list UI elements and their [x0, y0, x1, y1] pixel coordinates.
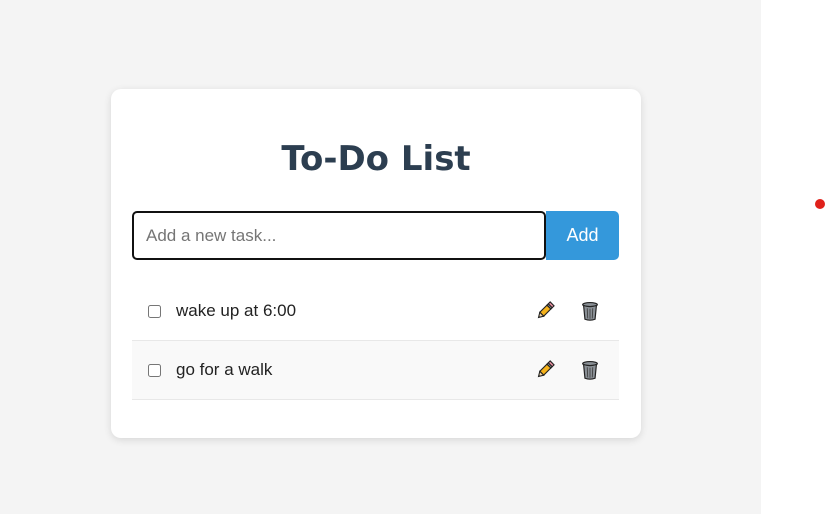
- delete-task-button[interactable]: [578, 299, 602, 323]
- side-panel: [761, 0, 827, 514]
- task-item: go for a walk: [132, 341, 619, 400]
- todo-card: To-Do List Add wake up at 6:00: [111, 89, 641, 438]
- task-text: wake up at 6:00: [176, 301, 297, 320]
- task-checkbox[interactable]: [148, 304, 161, 318]
- add-task-button[interactable]: Add: [546, 211, 619, 260]
- page-title: To-Do List: [281, 139, 471, 179]
- pencil-icon: [537, 360, 555, 378]
- task-checkbox[interactable]: [148, 363, 161, 377]
- edit-task-button[interactable]: [533, 358, 557, 382]
- task-list: wake up at 6:00 go for a walk: [132, 282, 619, 400]
- trash-icon: [582, 360, 598, 380]
- red-indicator-dot: [815, 199, 825, 209]
- add-task-form: Add: [132, 211, 619, 260]
- task-item: wake up at 6:00: [132, 282, 619, 341]
- task-text: go for a walk: [176, 360, 273, 379]
- trash-icon: [582, 301, 598, 321]
- pencil-icon: [537, 301, 555, 319]
- new-task-input[interactable]: [132, 211, 546, 260]
- delete-task-button[interactable]: [578, 358, 602, 382]
- edit-task-button[interactable]: [533, 299, 557, 323]
